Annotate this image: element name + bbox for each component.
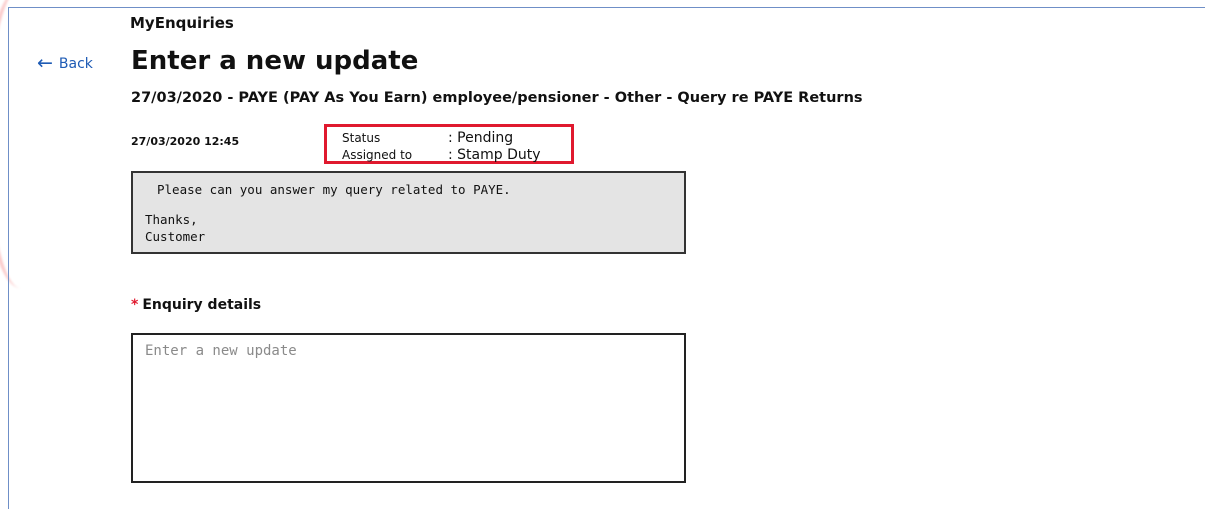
status-value: : Pending [448,130,514,146]
message-line: Thanks, [145,212,198,227]
message-line: Please can you answer my query related t… [157,182,511,197]
enquiry-details-input[interactable] [131,333,686,483]
back-label: Back [58,55,93,72]
required-marker: * [131,297,139,313]
assigned-label: Assigned to [342,148,413,162]
back-link[interactable]: ← Back [37,54,93,73]
breadcrumb[interactable]: MyEnquiries [130,14,234,32]
status-label: Status [342,131,381,145]
arrow-left-icon: ← [37,52,53,74]
page-title: Enter a new update [131,46,419,76]
decorative-swoosh-top [40,0,110,22]
message-line: Customer [145,229,206,244]
enquiry-subtitle: 27/03/2020 - PAYE (PAY As You Earn) empl… [131,90,863,106]
previous-message: Please can you answer my query related t… [131,171,686,254]
frame-border-left [8,7,9,509]
enquiry-details-label: * Enquiry details [131,297,261,313]
enquiry-details-label-text: Enquiry details [142,297,262,313]
assigned-row: Assigned to : Stamp Duty [342,147,541,163]
status-row: Status : Pending [342,130,513,146]
enquiry-timestamp: 27/03/2020 12:45 [131,135,240,148]
frame-border-top [8,7,1205,8]
assigned-value: : Stamp Duty [448,147,541,163]
